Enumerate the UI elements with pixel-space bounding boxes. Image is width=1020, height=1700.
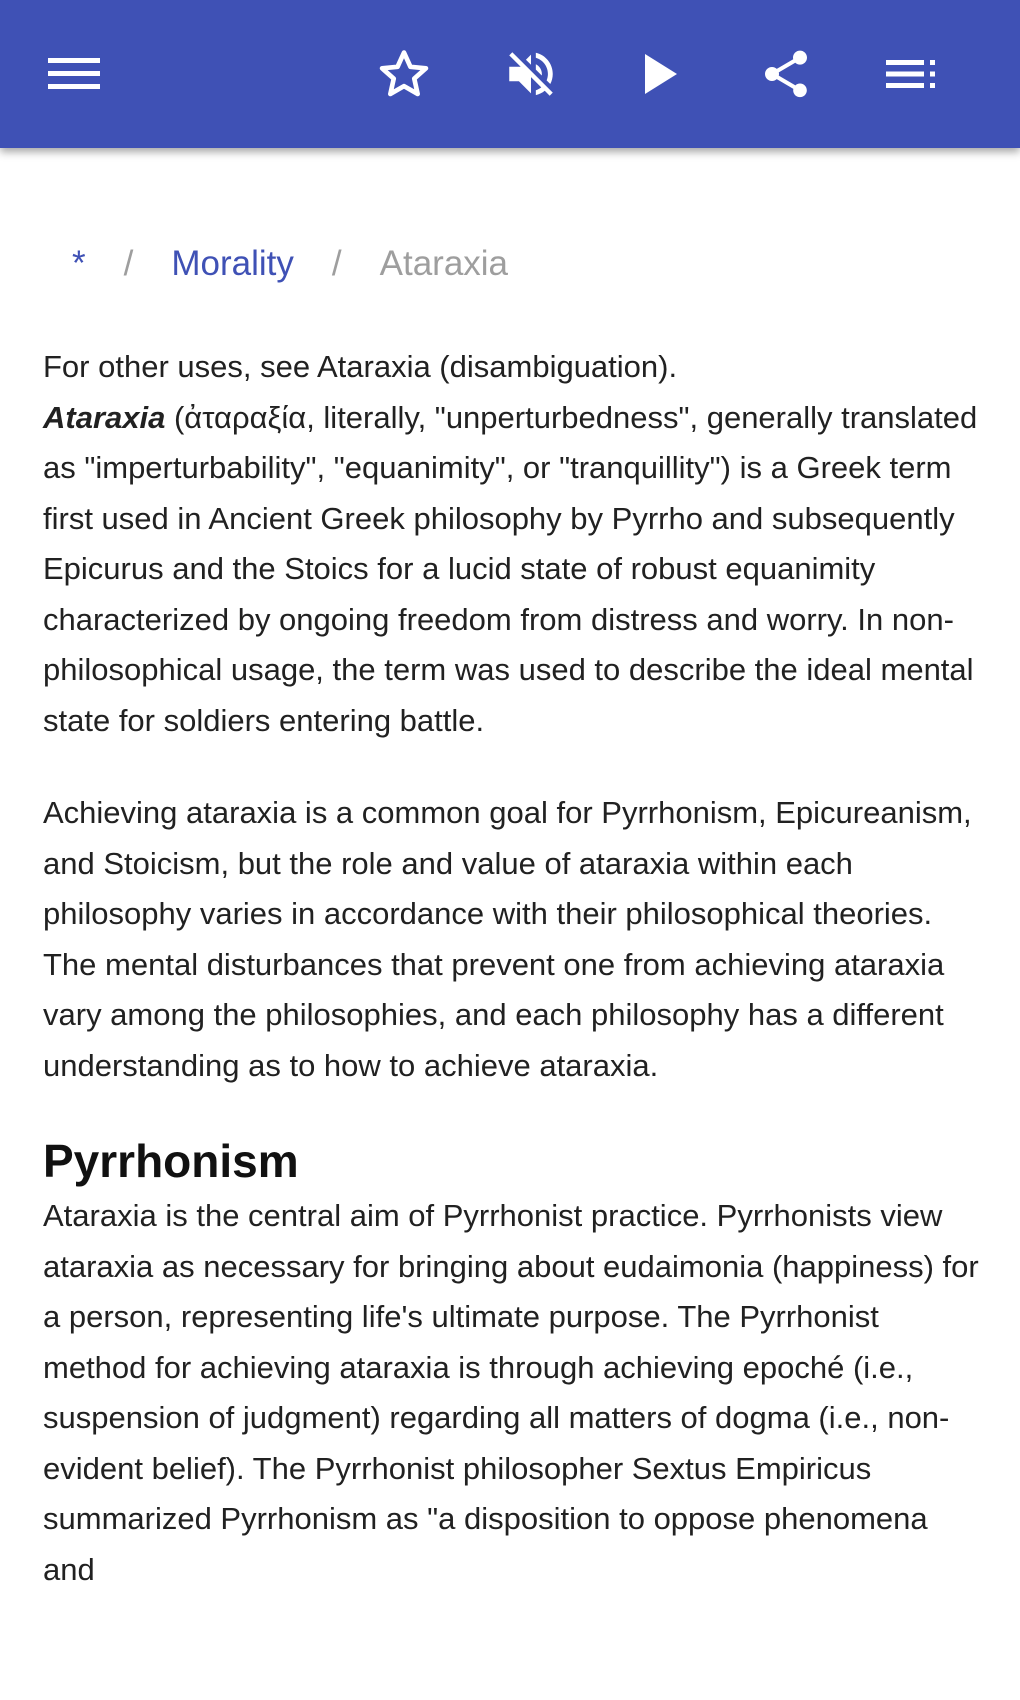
paragraph: Achieving ataraxia is a common goal for … (43, 795, 972, 1083)
breadcrumb-separator: / (123, 244, 134, 283)
share-icon (765, 50, 807, 98)
menu-button[interactable] (34, 34, 114, 114)
bookmark-button[interactable] (364, 34, 444, 114)
menu-icon (48, 58, 100, 89)
article-body: For other uses, see Ataraxia (disambigua… (43, 342, 983, 1595)
breadcrumb: * / Morality / Ataraxia (72, 244, 508, 284)
section-paragraph: Ataraxia is the central aim of Pyrrhonis… (43, 1198, 979, 1587)
intro-term: Ataraxia (43, 399, 166, 435)
section-heading: Pyrrhonism (43, 1135, 299, 1187)
hatnote[interactable]: For other uses, see Ataraxia (disambigua… (43, 342, 983, 393)
playlist-icon (886, 60, 935, 88)
app-toolbar (0, 0, 1020, 148)
volume-off-icon (509, 52, 553, 96)
play-button[interactable] (621, 34, 701, 114)
intro-text: (ἀταραξία, literally, "unperturbedness",… (43, 399, 978, 738)
mute-button[interactable] (491, 34, 571, 114)
play-icon (645, 54, 677, 94)
share-button[interactable] (746, 34, 826, 114)
article-content: * / Morality / Ataraxia For other uses, … (0, 148, 1020, 1700)
star-icon (379, 50, 429, 97)
breadcrumb-current: Ataraxia (379, 244, 509, 283)
breadcrumb-separator: / (331, 244, 342, 283)
intro-paragraph: Ataraxia (ἀταραξία, literally, "unpertur… (43, 393, 983, 747)
breadcrumb-home-link[interactable]: * (72, 244, 86, 284)
playlist-button[interactable] (872, 34, 952, 114)
breadcrumb-category-link[interactable]: Morality (171, 244, 294, 284)
